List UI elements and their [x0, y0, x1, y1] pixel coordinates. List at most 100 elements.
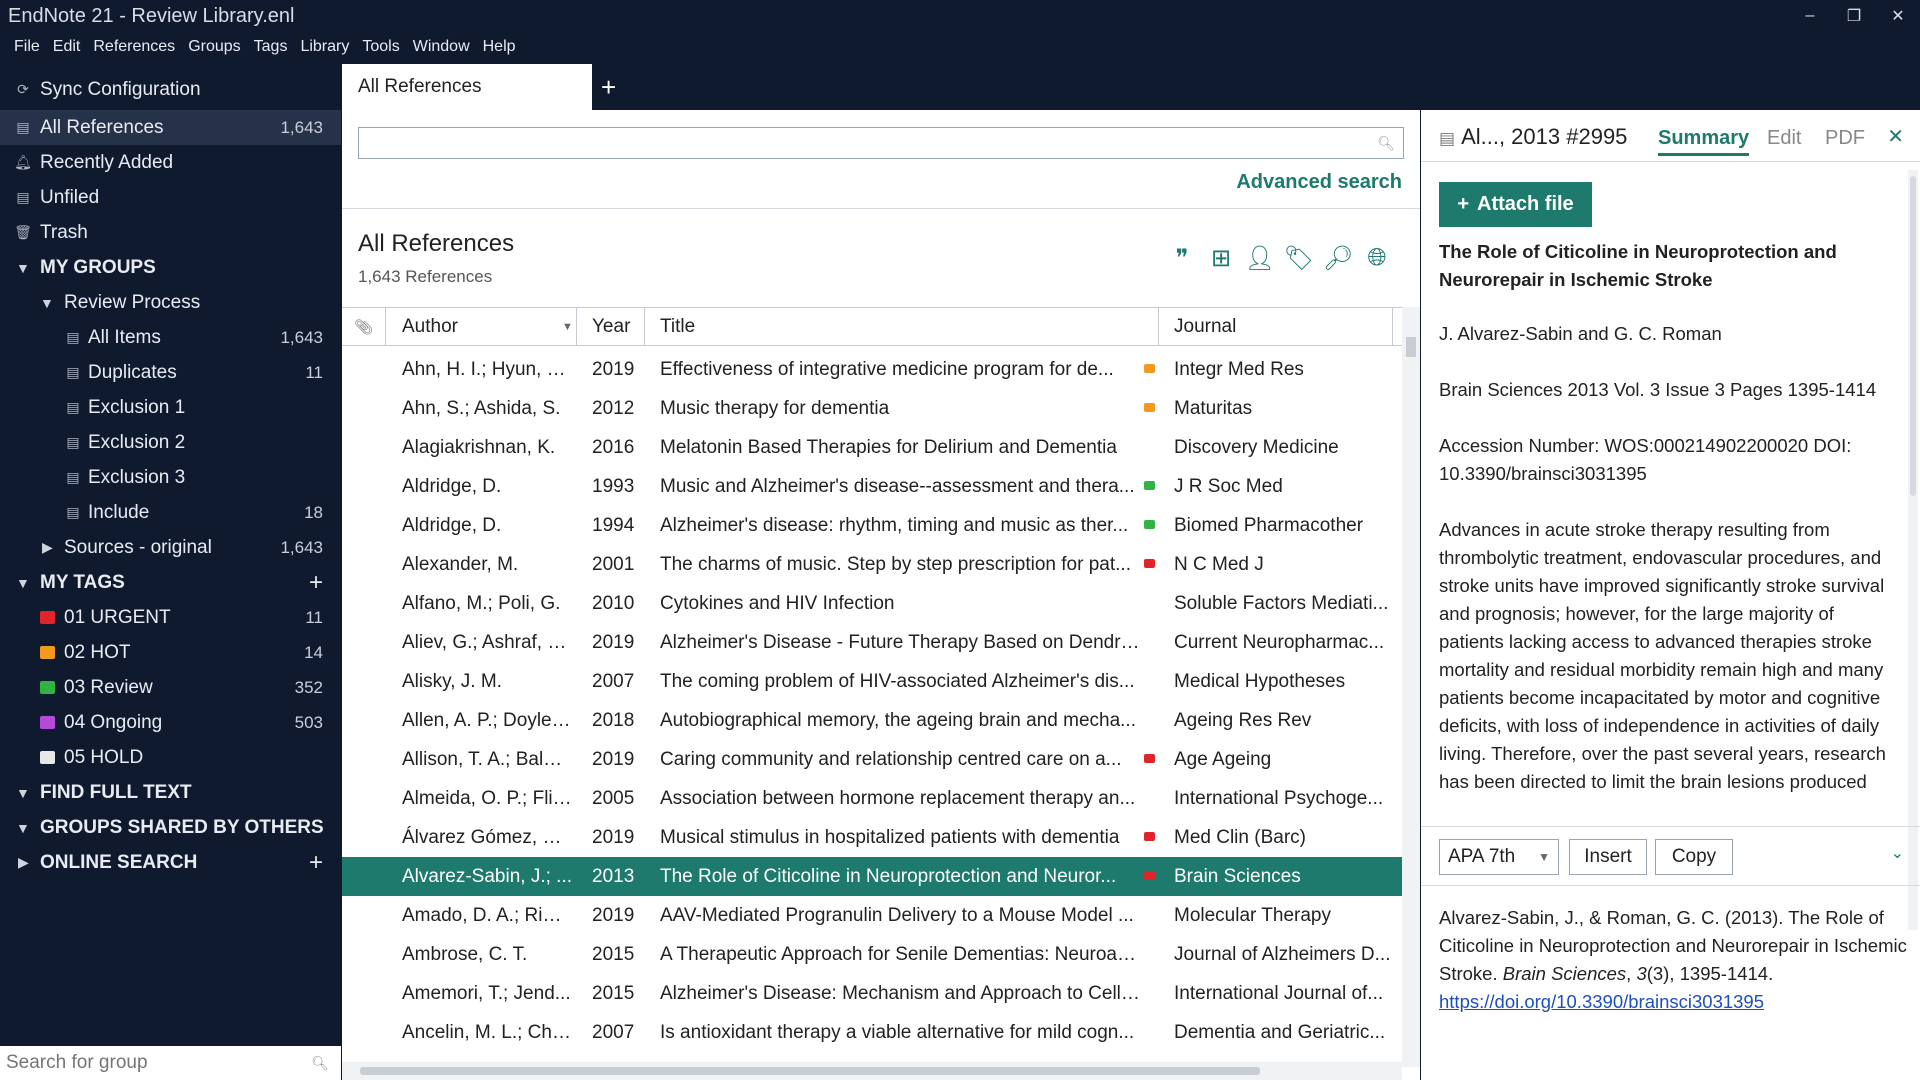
close-icon[interactable]: ✕ — [1887, 124, 1904, 149]
insert-button[interactable]: Insert — [1569, 839, 1647, 875]
minimize-button[interactable]: – — [1788, 0, 1832, 32]
tag-item-ongoing[interactable]: 04 Ongoing 503 — [0, 705, 341, 740]
table-row[interactable]: Allison, T. A.; Balbi... 2019 Caring commu… — [342, 740, 1402, 779]
table-row[interactable]: Aliev, G.; Ashraf, G.... 2019 Alzheimer's … — [342, 623, 1402, 662]
group-set-sources-original[interactable]: ▶ Sources - original 1,643 — [0, 530, 341, 565]
table-row[interactable]: Amemori, T.; Jend... 2015 Alzheimer's Dise… — [342, 974, 1402, 1013]
close-window-button[interactable]: ✕ — [1876, 0, 1920, 32]
menu-help[interactable]: Help — [483, 38, 516, 56]
chevron-down-icon[interactable]: ⌄ — [1891, 843, 1904, 863]
sidebar-item-recently-added[interactable]: 🔔︎ Recently Added — [0, 145, 341, 180]
sidebar-item-sync[interactable]: ⟳ Sync Configuration — [0, 72, 341, 107]
table-row[interactable]: Alagiakrishnan, K. 2016 Melatonin Based Th… — [342, 428, 1402, 467]
section-my-tags[interactable]: ▼ MY TAGS + — [0, 565, 341, 600]
doi-link[interactable]: https://doi.org/10.3390/brainsci3031395 — [1439, 991, 1764, 1012]
cell-title: Association between hormone replacement … — [660, 788, 1136, 809]
group-item-exclusion-1[interactable]: ▤ Exclusion 1 — [0, 390, 341, 425]
menu-tools[interactable]: Tools — [362, 38, 399, 56]
cell-journal: Biomed Pharmacother — [1174, 515, 1364, 536]
table-row[interactable]: Alfano, M.; Poli, G. 2010 Cytokines and HI… — [342, 584, 1402, 623]
online-search-globe-icon[interactable]: 🌐︎ — [1361, 242, 1393, 274]
table-row[interactable]: Ahn, H. I.; Hyun, M... 2019 Effectiveness … — [342, 350, 1402, 389]
table-row[interactable]: Aldridge, D. 1994 Alzheimer's disease: rhy… — [342, 506, 1402, 545]
cell-title: The Role of Citicoline in Neuroprotectio… — [660, 866, 1117, 887]
vertical-scrollbar[interactable] — [1908, 170, 1918, 930]
new-tab-button[interactable]: + — [601, 72, 616, 103]
add-tag-icon[interactable]: + — [309, 569, 323, 597]
tag-item-review[interactable]: 03 Review 352 — [0, 670, 341, 705]
sidebar-item-trash[interactable]: 🗑︎ Trash — [0, 215, 341, 250]
menu-file[interactable]: File — [14, 38, 40, 56]
group-item-exclusion-2[interactable]: ▤ Exclusion 2 — [0, 425, 341, 460]
section-groups-shared[interactable]: ▼ GROUPS SHARED BY OTHERS — [0, 810, 341, 845]
table-row[interactable]: Alexander, M. 2001 The charms of music. St… — [342, 545, 1402, 584]
group-search-input[interactable] — [0, 1052, 300, 1074]
group-item-exclusion-3[interactable]: ▤ Exclusion 3 — [0, 460, 341, 495]
tag-item-hot[interactable]: 02 HOT 14 — [0, 635, 341, 670]
tab-pdf[interactable]: PDF — [1825, 127, 1865, 150]
attach-file-button[interactable]: + Attach file — [1439, 182, 1592, 227]
menu-tags[interactable]: Tags — [254, 38, 288, 56]
item-count: 11 — [305, 362, 323, 382]
group-item-include[interactable]: ▤ Include 18 — [0, 495, 341, 530]
menu-edit[interactable]: Edit — [53, 38, 81, 56]
table-row-selected[interactable]: Alvarez-Sabin, J.; ... 2013 The Role of Ci… — [342, 857, 1402, 896]
reference-search-input[interactable]: 🔍︎ — [358, 127, 1404, 159]
citation-style-select[interactable]: APA 7th ▼ — [1439, 839, 1559, 875]
group-search-box: 🔍︎ — [0, 1046, 341, 1080]
find-full-text-icon[interactable]: 🔎︎ — [1322, 242, 1354, 274]
table-row[interactable]: Aldridge, D. 1993 Music and Alzheimer's di… — [342, 467, 1402, 506]
tag-item-urgent[interactable]: 01 URGENT 11 — [0, 600, 341, 635]
group-item-duplicates[interactable]: ▤ Duplicates 11 — [0, 355, 341, 390]
cell-author: Alvarez-Sabin, J.; ... — [402, 866, 572, 887]
column-journal[interactable]: Journal — [1174, 308, 1236, 345]
sidebar-item-unfiled[interactable]: ▤ Unfiled — [0, 180, 341, 215]
menu-groups[interactable]: Groups — [188, 38, 240, 56]
group-item-all-items[interactable]: ▤ All Items 1,643 — [0, 320, 341, 355]
tab-summary[interactable]: Summary — [1658, 127, 1750, 156]
attachment-column-icon[interactable]: 📎︎ — [354, 308, 373, 345]
new-reference-icon[interactable]: ⊞ — [1205, 242, 1237, 274]
section-find-full-text[interactable]: ▼ FIND FULL TEXT — [0, 775, 341, 810]
table-row[interactable]: Álvarez Gómez, E.;... 2019 Musical stimulu… — [342, 818, 1402, 857]
section-my-groups[interactable]: ▼ MY GROUPS — [0, 250, 341, 285]
tab-all-references[interactable]: All References — [342, 64, 592, 110]
share-user-icon[interactable]: 👤︎ — [1244, 242, 1276, 274]
table-row[interactable]: Allen, A. P.; Doyle, ... 2018 Autobiograph… — [342, 701, 1402, 740]
tag-item-hold[interactable]: 05 HOLD — [0, 740, 341, 775]
group-label: Include — [88, 501, 150, 523]
scroll-thumb[interactable] — [1406, 337, 1416, 357]
tab-edit[interactable]: Edit — [1767, 127, 1801, 150]
table-row[interactable]: Ancelin, M. L.; Chri... 2007 Is antioxidan… — [342, 1013, 1402, 1052]
group-set-review-process[interactable]: ▼ Review Process — [0, 285, 341, 320]
advanced-search-link[interactable]: Advanced search — [1236, 171, 1402, 194]
table-row[interactable]: Almeida, O. P.; Flic... 2005 Association b… — [342, 779, 1402, 818]
cell-year: 2019 — [592, 905, 635, 926]
section-online-search[interactable]: ▶ ONLINE SEARCH + — [0, 845, 341, 880]
copy-button[interactable]: Copy — [1655, 839, 1733, 875]
column-title[interactable]: Title — [660, 308, 695, 345]
tag-icon[interactable]: 🏷︎ — [1283, 242, 1315, 274]
restore-button[interactable]: ❐ — [1832, 0, 1876, 32]
group-set-label: Sources - original — [64, 536, 212, 558]
sidebar-item-all-references[interactable]: ▤ All References 1,643 — [0, 110, 341, 145]
scroll-thumb[interactable] — [1910, 176, 1916, 496]
cell-year: 1993 — [592, 476, 635, 497]
horizontal-scrollbar[interactable] — [342, 1062, 1402, 1080]
add-online-search-icon[interactable]: + — [309, 849, 323, 877]
cell-title: Autobiographical memory, the ageing brai… — [660, 710, 1136, 731]
menu-references[interactable]: References — [93, 38, 175, 56]
column-author[interactable]: Author — [402, 308, 458, 345]
column-year[interactable]: Year — [592, 308, 630, 345]
insert-citation-icon[interactable]: ❞ — [1166, 242, 1198, 274]
sort-chevron-icon[interactable]: ▼ — [562, 308, 573, 345]
table-row[interactable]: Ahn, S.; Ashida, S. 2012 Music therapy for… — [342, 389, 1402, 428]
table-row[interactable]: Ambrose, C. T. 2015 A Therapeutic Approach… — [342, 935, 1402, 974]
menu-window[interactable]: Window — [413, 38, 470, 56]
table-row[interactable]: Alisky, J. M. 2007 The coming problem of H… — [342, 662, 1402, 701]
column-divider — [1158, 308, 1159, 345]
scroll-thumb[interactable] — [360, 1067, 1260, 1075]
menu-library[interactable]: Library — [300, 38, 349, 56]
vertical-scrollbar[interactable] — [1402, 307, 1420, 1067]
table-row[interactable]: Amado, D. A.; Ried... 2019 AAV-Mediated Pr… — [342, 896, 1402, 935]
